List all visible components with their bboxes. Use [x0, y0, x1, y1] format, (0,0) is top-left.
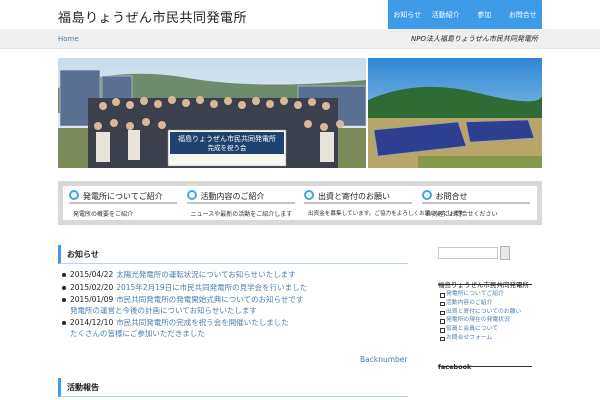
banner-line2: 完成を祝う会: [208, 143, 248, 152]
feature-title: 出資と寄付のお願い: [318, 192, 390, 201]
sidebar-link[interactable]: 役員と会員について: [446, 326, 498, 332]
feature-divider: [304, 202, 412, 204]
banner-line1: 福島りょうぜん市民共同発電所: [178, 134, 276, 143]
sidebar-item: 発電所についてご紹介: [440, 290, 521, 299]
list-item: 2015/02/20 2015年2月19日に市民共同発電所の見学会を行いました: [62, 283, 408, 294]
feature-desc: ニュースや最新の活動をご紹介します: [190, 211, 293, 218]
sidebar-item: お問合せフォーム: [440, 334, 521, 343]
list-item: 2015/01/09 市民共同発電所の発電開始式典についてのお知らせです 発電所の…: [62, 295, 408, 316]
nav-item-activities[interactable]: 活動紹介: [427, 0, 466, 29]
main-nav: お知らせ 活動紹介 参加 お問合せ: [388, 0, 542, 29]
sidebar-menu-heading-text: 福島りょうぜん市民共同発電所: [438, 281, 529, 289]
news-list: 2015/04/22 太陽光発電所の運転状況についてお知らせいたします 2015/…: [62, 270, 408, 341]
news-date: 2015/02/20: [70, 282, 114, 292]
sidebar-item: 出資と寄付についてのお願い: [440, 308, 521, 317]
hero-image: 福島りょうぜん市民共同発電所 完成を祝う会: [58, 58, 542, 168]
sidebar-menu: 発電所についてご紹介 活動内容のご紹介 出資と寄付についてのお願い 発電所の現在…: [440, 290, 521, 343]
news-link-continued[interactable]: たくさんの皆様にご参加いただきました: [70, 329, 205, 338]
facebook-heading: facebook: [438, 354, 532, 371]
list-item: 2015/04/22 太陽光発電所の運転状況についてお知らせいたします: [62, 270, 408, 281]
sidebar-link[interactable]: お問合せフォーム: [446, 335, 492, 341]
feature-divider: [69, 202, 177, 204]
list-item: 2014/12/10 市民共同発電所の完成を祝う会を開催いたしました たくさんの皆…: [62, 318, 408, 339]
news-link[interactable]: 太陽光発電所の運転状況についてお知らせいたします: [116, 270, 295, 279]
news-link[interactable]: 市民共同発電所の完成を祝う会を開催いたしました: [116, 318, 289, 327]
sidebar-link[interactable]: 出資と寄付についてのお願い: [446, 309, 521, 315]
feature-activities[interactable]: 活動内容のご紹介 ニュースや最新の活動をご紹介します: [186, 190, 299, 220]
sidebar-link[interactable]: 発電所の現在の発電状況: [446, 317, 510, 323]
nav-item-join[interactable]: 参加: [465, 0, 504, 29]
facebook-heading-text: facebook: [438, 363, 472, 371]
news-heading: お知らせ: [58, 245, 408, 264]
site-header: 福島りょうぜん市民共同発電所 お知らせ 活動紹介 参加 お問合せ: [0, 0, 600, 29]
feature-title: 活動内容のご紹介: [200, 192, 265, 201]
feature-boxes: 発電所についてご紹介 発電所の概要をご紹介 活動内容のご紹介 ニュースや最新の活…: [58, 181, 542, 225]
sidebar-link[interactable]: 活動内容のご紹介: [446, 300, 492, 306]
feature-title: お問合せ: [435, 192, 468, 201]
backnumber-link[interactable]: Backnumber: [360, 355, 407, 364]
feature-divider: [421, 202, 530, 204]
breadcrumb: Home NPO法人福島りょうぜん市民共同発電所: [0, 29, 600, 49]
site-title[interactable]: 福島りょうぜん市民共同発電所: [58, 7, 247, 26]
news-date: 2015/01/09: [70, 295, 114, 304]
news-date: 2015/04/22: [70, 270, 114, 279]
nav-item-contact[interactable]: お問合せ: [504, 0, 543, 29]
sidebar-item: 発電所の現在の発電状況: [440, 316, 521, 325]
news-link[interactable]: 市民共同発電所の発電開始式典についてのお知らせです: [116, 295, 303, 304]
activity-heading-text: 活動報告: [67, 383, 99, 392]
search-button[interactable]: [500, 246, 510, 260]
search-input[interactable]: [438, 247, 498, 259]
news-date: 2014/12/10: [70, 318, 114, 327]
feature-contact[interactable]: お問合せ お気軽にお問合せください: [421, 190, 534, 220]
sidebar-item: 役員と会員について: [440, 325, 521, 334]
circle-icon: [186, 190, 197, 200]
circle-icon: [69, 190, 79, 200]
sidebar-item: 活動内容のご紹介: [440, 299, 521, 308]
feature-donation[interactable]: 出資と寄付のお願い 出資金を募集しています。ご協力をよろしくお願いいたします: [304, 190, 464, 220]
breadcrumb-home-link[interactable]: Home: [58, 35, 79, 43]
nav-item-news[interactable]: お知らせ: [388, 0, 427, 29]
activity-heading: 活動報告: [58, 378, 408, 397]
feature-title: 発電所についてご紹介: [83, 192, 163, 201]
news-link-continued[interactable]: 発電所の運営と今後の計画についてお知らせいたします: [70, 306, 257, 315]
feature-desc: お気軽にお問合せください: [425, 211, 498, 218]
sidebar-menu-heading: 福島りょうぜん市民共同発電所: [438, 272, 532, 289]
sidebar-link[interactable]: 発電所についてご紹介: [446, 291, 504, 297]
news-link[interactable]: 2015年2月19日に市民共同発電所の見学会を行いました: [116, 283, 307, 292]
site-tagline: NPO法人福島りょうぜん市民共同発電所: [411, 35, 538, 43]
feature-divider: [186, 202, 295, 204]
hero-photo-collage: 福島りょうぜん市民共同発電所 完成を祝う会: [58, 58, 542, 168]
feature-plant[interactable]: 発電所についてご紹介 発電所の概要をご紹介: [69, 190, 181, 220]
feature-desc: 発電所の概要をご紹介: [73, 211, 134, 218]
circle-icon: [304, 190, 314, 200]
news-heading-text: お知らせ: [67, 250, 99, 259]
circle-icon: [421, 190, 432, 200]
